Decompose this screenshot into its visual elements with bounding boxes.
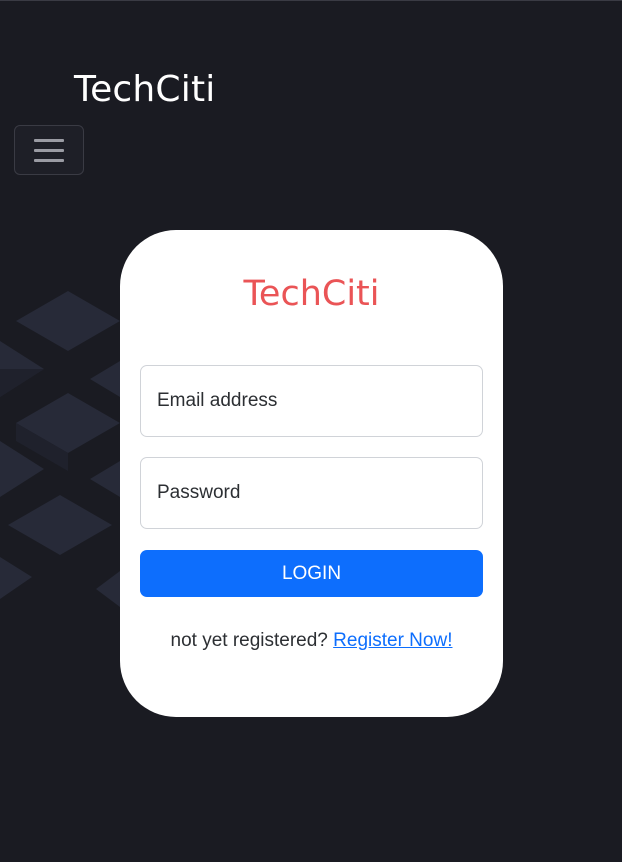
background-pattern	[0, 291, 140, 607]
email-placeholder: Email address	[157, 390, 278, 411]
login-card: TechCiti Email address Password LOGIN no…	[120, 230, 503, 717]
menu-toggle-button[interactable]	[14, 125, 84, 175]
register-link[interactable]: Register Now!	[333, 630, 452, 651]
hamburger-icon-bar	[34, 158, 64, 162]
register-prompt-line: not yet registered? Register Now!	[120, 630, 503, 652]
register-prompt: not yet registered?	[170, 630, 328, 651]
hamburger-icon-bar	[34, 138, 64, 142]
navbar-brand[interactable]: TechCiti	[74, 69, 216, 110]
email-field[interactable]: Email address	[140, 365, 483, 437]
password-field[interactable]: Password	[140, 457, 483, 529]
card-title: TechCiti	[243, 274, 380, 314]
page: TechCiti TechCiti Email address Password…	[0, 0, 622, 862]
password-placeholder: Password	[157, 482, 241, 503]
login-button[interactable]: LOGIN	[140, 550, 483, 597]
hamburger-icon-bar	[34, 148, 64, 152]
